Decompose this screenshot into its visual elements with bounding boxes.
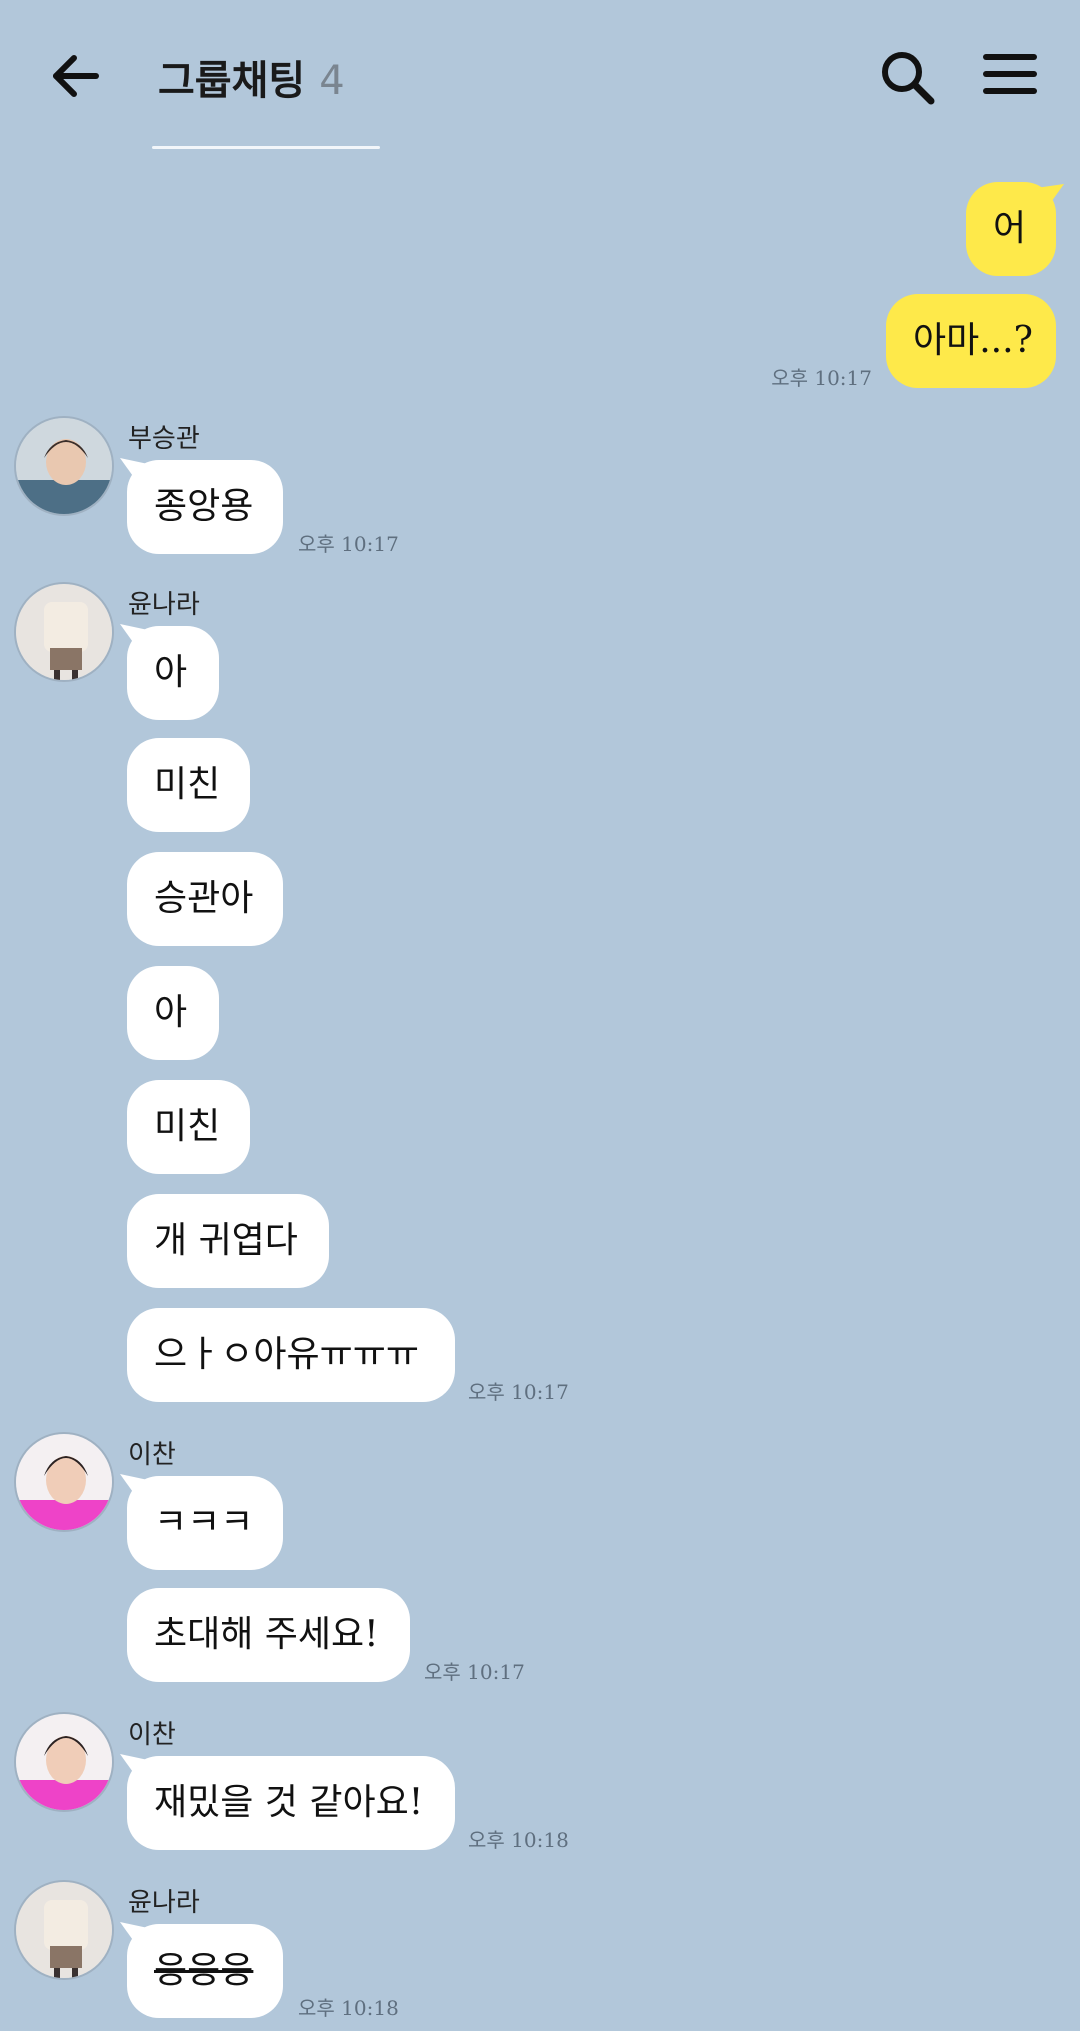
person-photo-icon: [16, 418, 112, 514]
chat-header: 그룹채팅 4: [0, 0, 1080, 150]
incoming-message-bubble[interactable]: 재밌을 것 같아요!: [127, 1756, 455, 1850]
menu-button[interactable]: [970, 38, 1050, 118]
sender-name: 이찬: [128, 1440, 176, 1470]
member-count: 4: [319, 58, 345, 104]
message-text: 미친: [154, 764, 221, 805]
outgoing-message-bubble[interactable]: 어: [966, 182, 1056, 276]
incoming-message-bubble[interactable]: 미친: [127, 1080, 250, 1174]
message-timestamp: 오후 10:17: [298, 532, 399, 556]
title-underline: [152, 146, 380, 149]
message-text: 으ㅏㅇ아유ㅠㅠㅠ: [154, 1334, 419, 1375]
message-timestamp: 오후 10:17: [771, 366, 872, 390]
message-timestamp: 오후 10:18: [298, 1996, 399, 2020]
message-timestamp: 오후 10:17: [468, 1380, 569, 1404]
back-button[interactable]: [40, 40, 112, 112]
incoming-message-bubble[interactable]: 승관아: [127, 852, 283, 946]
incoming-message-bubble[interactable]: 으ㅏㅇ아유ㅠㅠㅠ: [127, 1308, 455, 1402]
message-text: 승관아: [154, 878, 254, 919]
person-photo-icon: [16, 1434, 112, 1530]
person-photo-icon: [16, 1714, 112, 1810]
message-text: 개 귀엽다: [154, 1220, 298, 1261]
sender-name: 이찬: [128, 1720, 176, 1750]
sender-name: 부승관: [128, 424, 200, 454]
sender-name: 윤나라: [128, 590, 200, 620]
sender-avatar[interactable]: [14, 416, 114, 516]
incoming-message-bubble[interactable]: 초대해 주세요!: [127, 1588, 410, 1682]
incoming-message-bubble[interactable]: 미친: [127, 738, 250, 832]
message-text: 응응응: [154, 1950, 254, 1991]
search-button[interactable]: [868, 38, 948, 118]
message-text: 종앙용: [154, 486, 254, 527]
message-text: 미친: [154, 1106, 221, 1147]
sender-avatar[interactable]: [14, 582, 114, 682]
message-text: 아: [154, 652, 188, 693]
person-photo-icon: [16, 584, 112, 680]
sender-avatar[interactable]: [14, 1880, 114, 1980]
hamburger-menu-icon: [983, 54, 1037, 94]
message-text: 아마...?: [913, 320, 1033, 361]
chat-room-name: 그룹채팅: [158, 58, 306, 104]
outgoing-message-bubble[interactable]: 아마...?: [886, 294, 1056, 388]
incoming-message-bubble[interactable]: ㅋㅋㅋ: [127, 1476, 283, 1570]
incoming-message-bubble[interactable]: 아: [127, 626, 219, 720]
sender-avatar[interactable]: [14, 1712, 114, 1812]
message-text: 아: [154, 992, 188, 1033]
incoming-message-bubble[interactable]: 종앙용: [127, 460, 283, 554]
message-timestamp: 오후 10:18: [468, 1828, 569, 1852]
sender-name: 윤나라: [128, 1888, 200, 1918]
incoming-message-bubble[interactable]: 응응응: [127, 1924, 283, 2018]
message-text: 초대해 주세요!: [154, 1614, 379, 1655]
message-timestamp: 오후 10:17: [424, 1660, 525, 1684]
message-text: 재밌을 것 같아요!: [154, 1782, 424, 1823]
message-text: 어: [993, 208, 1027, 249]
message-text: ㅋㅋㅋ: [154, 1502, 254, 1543]
back-arrow-icon: [53, 55, 99, 97]
person-photo-icon: [16, 1882, 112, 1978]
chat-title: 그룹채팅 4: [158, 48, 345, 106]
search-icon: [882, 52, 935, 105]
incoming-message-bubble[interactable]: 개 귀엽다: [127, 1194, 329, 1288]
sender-avatar[interactable]: [14, 1432, 114, 1532]
incoming-message-bubble[interactable]: 아: [127, 966, 219, 1060]
